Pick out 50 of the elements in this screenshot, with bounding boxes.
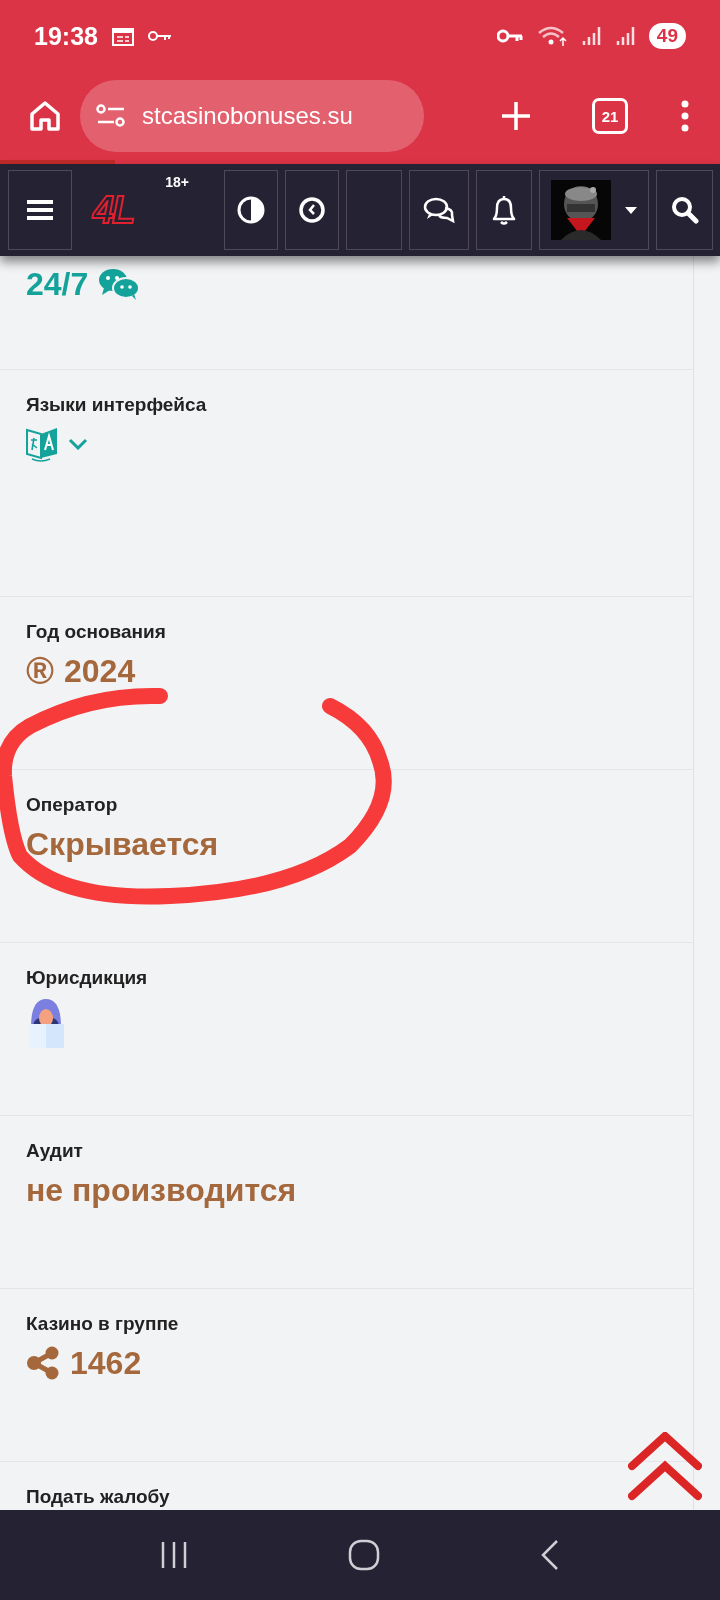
menu-button[interactable] — [8, 170, 72, 250]
support-hours: 24/7 — [26, 265, 89, 303]
tab-count-button[interactable]: 21 — [592, 98, 628, 134]
search-button[interactable] — [656, 170, 713, 250]
vpn-key-icon — [496, 29, 523, 43]
signal-icon — [580, 25, 601, 47]
field-label: Подать жалобу — [26, 1486, 171, 1508]
messages-button[interactable] — [409, 170, 469, 250]
calendar-icon — [111, 26, 134, 46]
registered-symbol: ® — [26, 649, 54, 693]
home-nav-button[interactable] — [348, 1539, 380, 1571]
chat-icon — [98, 267, 141, 301]
contrast-icon — [237, 196, 265, 224]
chevron-down-icon[interactable] — [68, 438, 88, 450]
signal-icon — [614, 25, 635, 47]
site-settings-icon[interactable] — [96, 103, 126, 129]
contrast-button[interactable] — [224, 170, 278, 250]
key-icon — [147, 30, 172, 42]
history-button[interactable] — [285, 170, 339, 250]
translate-icon — [26, 426, 58, 462]
url-text: stcasinobonuses.su — [142, 102, 353, 130]
count-value: 1462 — [70, 1344, 142, 1382]
site-logo[interactable]: 4L — [93, 188, 134, 232]
field-label: Аудит — [26, 1140, 84, 1162]
menu-icon — [26, 199, 54, 221]
more-menu-button[interactable] — [680, 100, 690, 132]
clock-time: 19:38 — [34, 21, 98, 51]
field-label: Казино в группе — [26, 1313, 180, 1335]
field-value: не производится — [26, 1171, 297, 1209]
search-icon — [670, 196, 699, 224]
wifi-icon — [536, 24, 567, 48]
address-bar[interactable]: stcasinobonuses.su — [80, 80, 424, 152]
notifications-button[interactable] — [476, 170, 532, 250]
scroll-to-top-icon[interactable] — [628, 1432, 702, 1500]
field-label: Год основания — [26, 621, 167, 643]
field-label: Оператор — [26, 794, 119, 816]
field-label: Языки интерфейса — [26, 394, 208, 416]
battery-level: 49 — [648, 23, 686, 49]
share-icon — [26, 1346, 60, 1380]
bell-icon — [490, 194, 518, 226]
clock-icon — [298, 196, 326, 224]
chat-bubbles-icon — [423, 196, 455, 224]
profile-menu-button[interactable] — [539, 170, 649, 250]
age-label: 18+ — [165, 174, 189, 190]
caret-down-icon[interactable] — [625, 206, 637, 214]
home-button[interactable] — [28, 99, 62, 133]
year-value: 2024 — [64, 652, 136, 690]
field-value: Скрывается — [26, 825, 219, 863]
field-label: Юрисдикция — [26, 967, 149, 989]
new-tab-button[interactable] — [500, 100, 532, 132]
